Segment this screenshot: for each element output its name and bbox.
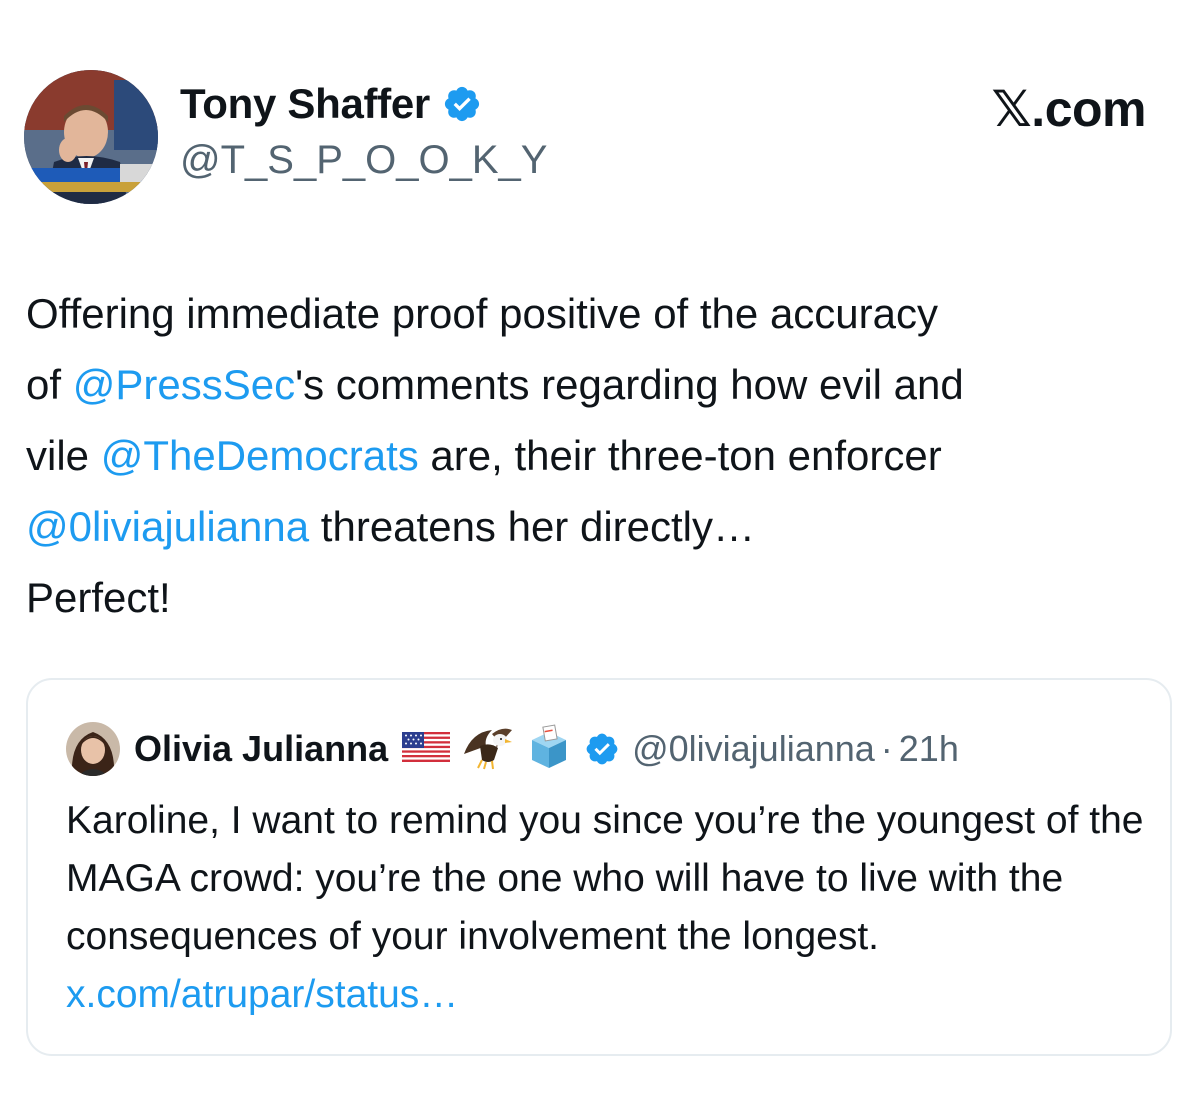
quoted-tweet-header: Olivia Julianna @0liviajulianna · 21h — [66, 722, 959, 776]
tweet-text-segment: threatens her directly… — [309, 503, 756, 550]
quoted-timestamp[interactable]: 21h — [899, 728, 959, 770]
author-display-name[interactable]: Tony Shaffer — [180, 80, 430, 128]
ballot-box-icon — [526, 723, 572, 775]
quoted-link[interactable]: x.com/atrupar/status… — [66, 973, 458, 1016]
author-avatar[interactable] — [24, 70, 158, 204]
author-handle[interactable]: @T_S_P_O_O_K_Y — [180, 138, 547, 183]
mention-presssec-link[interactable]: @PressSec — [73, 361, 295, 408]
tweet-line-2: of @PressSec's comments regarding how ev… — [26, 349, 1176, 420]
quoted-avatar-image — [66, 722, 120, 776]
mention-thedemocrats-link[interactable]: @TheDemocrats — [101, 432, 419, 479]
tweet-text-segment: vile — [26, 432, 101, 479]
quoted-tweet-card[interactable]: Olivia Julianna @0liviajulianna · 21h Ka… — [26, 678, 1172, 1056]
quoted-tweet-text: Karoline, I want to remind you since you… — [66, 792, 1146, 1024]
us-flag-icon — [402, 730, 451, 769]
mention-0liviajulianna-link[interactable]: @0liviajulianna — [26, 503, 309, 550]
quoted-handle[interactable]: @0liviajulianna — [632, 728, 875, 770]
tweet-line-1: Offering immediate proof positive of the… — [26, 290, 939, 337]
avatar-image — [24, 70, 158, 204]
quoted-verified-badge-icon[interactable] — [584, 731, 620, 767]
tweet-text: Offering immediate proof positive of the… — [26, 278, 1176, 633]
quoted-display-name[interactable]: Olivia Julianna — [134, 728, 388, 770]
verified-badge-icon[interactable] — [442, 84, 482, 124]
tweet-line-4: @0liviajulianna threatens her directly… — [26, 491, 1176, 562]
x-com-brand: 𝕏.com — [991, 81, 1147, 137]
tweet-text-segment: of — [26, 361, 73, 408]
author-name-row: Tony Shaffer — [180, 80, 482, 128]
tweet-text-segment: are, their three-ton enforcer — [418, 432, 942, 479]
quoted-separator: · — [880, 728, 893, 769]
tweet-line-3: vile @TheDemocrats are, their three-ton … — [26, 420, 1176, 491]
tweet-line-5: Perfect! — [26, 574, 171, 621]
quoted-body-text: Karoline, I want to remind you since you… — [66, 799, 1144, 958]
eagle-icon — [462, 724, 514, 775]
tweet-text-segment: 's comments regarding how evil and — [295, 361, 964, 408]
quoted-author-avatar[interactable] — [66, 722, 120, 776]
